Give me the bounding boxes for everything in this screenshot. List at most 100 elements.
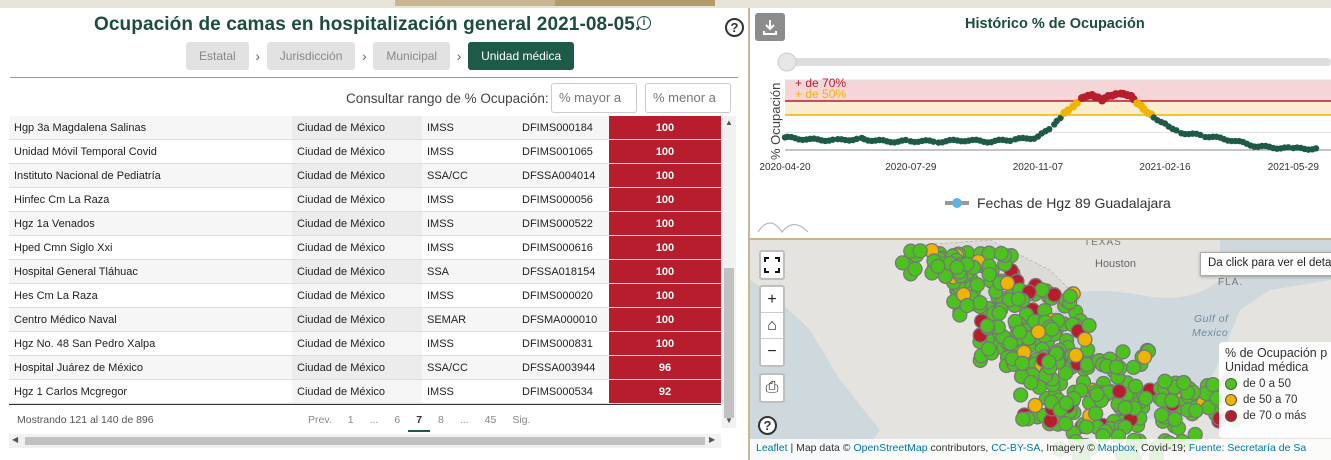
hospital-marker[interactable]	[981, 266, 997, 283]
hospital-marker[interactable]	[1058, 395, 1075, 411]
table-row[interactable]: Instituto Nacional de Pediatría Ciudad de…	[9, 164, 721, 188]
hospital-marker[interactable]	[1115, 344, 1131, 360]
hospital-marker[interactable]	[993, 245, 1009, 262]
data-point[interactable]	[1046, 125, 1053, 133]
hospital-marker[interactable]	[1127, 378, 1144, 394]
hospital-marker[interactable]	[1078, 419, 1095, 435]
hospital-marker[interactable]	[1188, 402, 1204, 419]
info-icon[interactable]: i	[637, 16, 651, 30]
source-link[interactable]: Fuente: Secretaría de Sa	[1189, 442, 1306, 454]
print-icon[interactable]: ⎙	[761, 375, 783, 401]
hospital-marker[interactable]	[1175, 375, 1192, 391]
hospital-marker[interactable]	[972, 294, 988, 311]
hospital-marker[interactable]	[1062, 288, 1078, 304]
data-point[interactable]	[1312, 145, 1320, 152]
scrollbar-thumb[interactable]	[724, 268, 734, 418]
fullscreen-icon[interactable]	[761, 252, 783, 278]
table-row[interactable]: Hospital General Tláhuac Ciudad de México…	[9, 260, 721, 284]
hospital-marker[interactable]	[1057, 416, 1074, 432]
hospital-marker[interactable]	[969, 277, 986, 293]
breadcrumb-jurisdiccion[interactable]: Jurisdicción	[266, 42, 356, 70]
zoom-out-icon[interactable]: −	[761, 339, 783, 365]
hospital-marker[interactable]	[1136, 349, 1153, 365]
scroll-left-icon[interactable]: ◀	[12, 435, 18, 444]
hospital-marker[interactable]	[930, 258, 946, 274]
question-circle-icon[interactable]: ?	[725, 18, 744, 37]
scrollbar-thumb[interactable]	[25, 437, 705, 445]
hospital-marker[interactable]	[1167, 411, 1183, 427]
zoom-in-icon[interactable]: +	[761, 287, 783, 313]
hospital-marker[interactable]	[894, 255, 911, 271]
table-row[interactable]: Hospital Juárez de México Ciudad de Méxic…	[9, 356, 721, 380]
hospital-marker[interactable]	[991, 305, 1007, 321]
hospital-marker[interactable]	[1117, 400, 1133, 416]
chart-legend[interactable]: Fechas de Hgz 89 Guadalajara	[945, 195, 1171, 211]
home-icon[interactable]: ⌂	[761, 313, 783, 339]
hospital-marker[interactable]	[1034, 282, 1050, 298]
openstreetmap-link[interactable]: OpenStreetMap	[853, 442, 927, 454]
range-min-input[interactable]: % mayor a	[551, 83, 637, 113]
table-row[interactable]: Unidad Móvil Temporal Covid Ciudad de Méx…	[9, 140, 721, 164]
hospital-marker[interactable]	[1011, 324, 1028, 340]
breadcrumb-estatal[interactable]: Estatal	[186, 42, 249, 70]
cc-by-sa-link[interactable]: CC-BY-SA	[991, 442, 1040, 454]
table-row[interactable]: Centro Médico Naval Ciudad de México SEMAR…	[9, 308, 721, 332]
leaflet-link[interactable]: Leaflet	[756, 442, 788, 454]
hospital-marker[interactable]	[1015, 411, 1031, 427]
page-6-button[interactable]: 6	[386, 408, 408, 432]
hospital-marker[interactable]	[1089, 386, 1105, 403]
range-slider-track[interactable]	[785, 58, 1331, 66]
page-8-button[interactable]: 8	[430, 408, 452, 432]
hospital-marker[interactable]	[1077, 331, 1093, 348]
scroll-up-icon[interactable]: ▲	[725, 118, 733, 127]
mapbox-link[interactable]: Mapbox	[1098, 442, 1135, 454]
print-control[interactable]: ⎙	[759, 373, 785, 403]
page-1-button[interactable]: 1	[340, 408, 362, 432]
scroll-right-icon[interactable]: ▶	[709, 435, 715, 444]
hospital-marker[interactable]	[1027, 397, 1043, 414]
hospital-marker[interactable]	[1068, 347, 1084, 363]
table-row[interactable]: Hinfec Cm La Raza Ciudad de México IMSS DFI…	[9, 188, 721, 212]
hospital-marker[interactable]	[999, 275, 1016, 291]
table-row[interactable]: Hgp 3a Magdalena Salinas Ciudad de México…	[9, 116, 721, 140]
table-row[interactable]: Hes Cm La Raza Ciudad de México IMSS DFIMS0…	[9, 284, 721, 308]
hospital-marker[interactable]	[1010, 291, 1027, 307]
hospital-marker[interactable]	[1030, 324, 1047, 340]
hospital-marker[interactable]	[1111, 383, 1127, 400]
table-row[interactable]: Hgz No. 48 San Pedro Xalpa Ciudad de Méxi…	[9, 332, 721, 356]
hospital-marker[interactable]	[1044, 321, 1060, 337]
hospital-marker[interactable]	[1041, 354, 1057, 370]
table-row[interactable]: Hped Cmn Siglo Xxi Ciudad de México IMSS DF…	[9, 236, 721, 260]
hospital-marker[interactable]	[959, 297, 975, 314]
range-selector-icon[interactable]	[756, 218, 816, 236]
scroll-down-icon[interactable]: ▼	[725, 416, 733, 425]
hospital-marker[interactable]	[949, 259, 965, 275]
hospital-marker[interactable]	[1014, 355, 1030, 371]
page-45-button[interactable]: 45	[477, 408, 505, 432]
hospital-marker[interactable]	[1023, 374, 1039, 391]
fullscreen-control[interactable]	[759, 250, 785, 280]
map[interactable]: TEXAS Houston FLA. Gulf of Mexico + ⌂ − …	[750, 240, 1331, 460]
breadcrumb-municipal[interactable]: Municipal	[373, 42, 451, 70]
hospital-marker[interactable]	[1013, 387, 1029, 403]
page-7-button[interactable]: 7	[408, 408, 431, 432]
hospital-marker[interactable]	[1138, 390, 1154, 406]
table-row[interactable]: Hgz 1 Carlos Mcgregor Ciudad de México IMS…	[9, 380, 721, 404]
question-circle-icon[interactable]: ?	[758, 416, 777, 435]
hospital-marker[interactable]	[1164, 393, 1180, 409]
hospital-marker[interactable]	[1081, 317, 1097, 334]
zoom-control[interactable]: + ⌂ −	[759, 285, 785, 367]
range-max-input[interactable]: % menor a	[645, 83, 731, 113]
prev-page-button[interactable]: Prev.	[300, 408, 340, 432]
download-icon[interactable]	[755, 13, 785, 41]
hospital-marker[interactable]	[1108, 359, 1125, 375]
hospital-marker[interactable]	[980, 341, 997, 357]
hospital-marker[interactable]	[1153, 407, 1170, 423]
table-row[interactable]: Hgz 1a Venados Ciudad de México IMSS DFIMS0…	[9, 212, 721, 236]
hospital-marker[interactable]	[1002, 335, 1018, 352]
vertical-scrollbar[interactable]: ▲ ▼	[722, 116, 736, 428]
hospital-marker[interactable]	[979, 318, 995, 334]
hospital-marker[interactable]	[1157, 373, 1173, 389]
hospital-marker[interactable]	[1205, 376, 1221, 393]
next-page-button[interactable]: Sig.	[504, 408, 538, 432]
